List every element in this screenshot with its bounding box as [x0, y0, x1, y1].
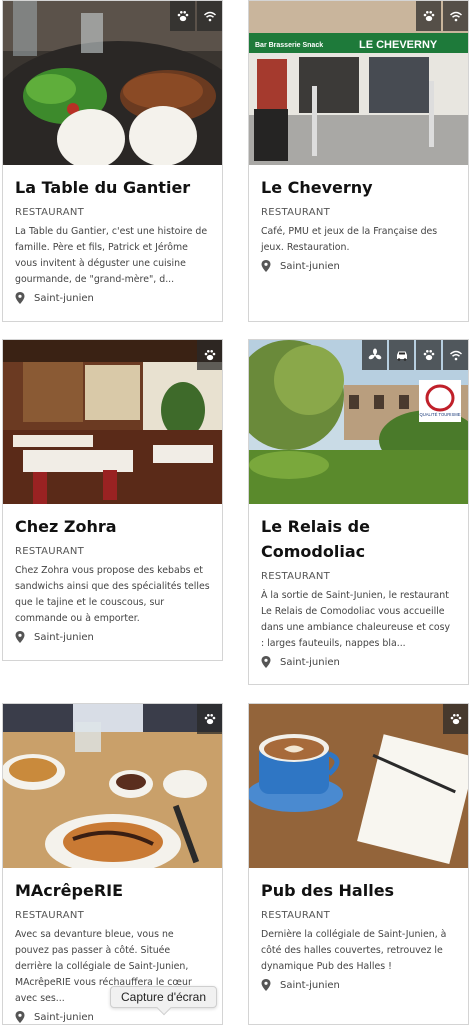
listing-category: RESTAURANT — [15, 207, 85, 218]
paw-icon — [443, 704, 468, 734]
paw-icon — [416, 1, 441, 31]
wifi-icon — [197, 1, 222, 31]
listing-photo[interactable] — [3, 340, 222, 504]
amenity-badges — [441, 704, 468, 734]
paw-icon — [416, 340, 441, 370]
paw-icon — [197, 340, 222, 370]
paw-icon — [197, 704, 222, 734]
listing-card[interactable]: QUALITÉ TOURISME Le Relais de Comodoliac… — [248, 339, 469, 685]
listing-description: Chez Zohra vous propose des kebabs et sa… — [15, 565, 210, 624]
paw-icon — [170, 1, 195, 31]
listing-photo[interactable]: Bar Brasserie Snack LE CHEVERNY — [249, 1, 468, 165]
sign-subtitle: Bar Brasserie Snack — [255, 42, 323, 49]
map-pin-icon — [261, 656, 271, 668]
listing-description: À la sortie de Saint-Junien, le restaura… — [261, 590, 451, 649]
listing-title[interactable]: Pub des Halles — [261, 878, 456, 903]
location-label: Saint-junien — [34, 1011, 94, 1023]
sign-name: LE CHEVERNY — [359, 39, 438, 51]
listing-card[interactable]: Chez Zohra RESTAURANT Chez Zohra vous pr… — [2, 339, 223, 661]
listing-category: RESTAURANT — [261, 910, 331, 921]
amenity-badges — [195, 340, 222, 370]
crepe-table-image — [3, 704, 222, 868]
listing-location: Saint-junien — [261, 979, 456, 991]
coffee-notebook-image — [249, 704, 468, 868]
map-pin-icon — [15, 1011, 25, 1023]
wifi-icon — [443, 1, 468, 31]
amenity-badges — [360, 340, 468, 370]
listing-location: Saint-junien — [15, 1011, 210, 1023]
listing-category: RESTAURANT — [261, 571, 331, 582]
listing-title[interactable]: Chez Zohra — [15, 514, 210, 539]
quality-label-text: QUALITÉ TOURISME — [419, 412, 460, 417]
screenshot-tooltip: Capture d'écran — [110, 986, 218, 1016]
location-label: Saint-junien — [280, 979, 340, 991]
wifi-icon — [443, 340, 468, 370]
listing-description: La Table du Gantier, c'est une histoire … — [15, 226, 208, 285]
fan-icon — [362, 340, 387, 370]
listing-title[interactable]: Le Cheverny — [261, 175, 456, 200]
listing-location: Saint-junien — [15, 631, 210, 643]
amenity-badges — [414, 1, 468, 31]
listing-photo[interactable] — [249, 704, 468, 868]
listing-location: Saint-junien — [261, 656, 456, 668]
listing-card[interactable]: Bar Brasserie Snack LE CHEVERNY Le Cheve… — [248, 0, 469, 322]
dining-room-image — [3, 340, 222, 504]
location-label: Saint-junien — [34, 631, 94, 643]
listing-location: Saint-junien — [15, 292, 210, 304]
map-pin-icon — [15, 631, 25, 643]
map-pin-icon — [15, 292, 25, 304]
listing-card[interactable]: La Table du Gantier RESTAURANT La Table … — [2, 0, 223, 322]
listing-photo[interactable] — [3, 1, 222, 165]
listing-category: RESTAURANT — [261, 207, 331, 218]
listing-description: Dernière la collégiale de Saint-Junien, … — [261, 929, 447, 972]
map-pin-icon — [261, 260, 271, 272]
listing-photo[interactable]: QUALITÉ TOURISME — [249, 340, 468, 504]
listing-title[interactable]: Le Relais de Comodoliac — [261, 514, 456, 564]
map-pin-icon — [261, 979, 271, 991]
car-icon — [389, 340, 414, 370]
listing-category: RESTAURANT — [15, 546, 85, 557]
listing-location: Saint-junien — [261, 260, 456, 272]
amenity-badges — [168, 1, 222, 31]
listing-title[interactable]: MAcrêpeRIE — [15, 878, 210, 903]
location-label: Saint-junien — [280, 260, 340, 272]
listing-card[interactable]: Pub des Halles RESTAURANT Dernière la co… — [248, 703, 469, 1025]
listing-photo[interactable] — [3, 704, 222, 868]
listing-card[interactable]: MAcrêpeRIE RESTAURANT Avec sa devanture … — [2, 703, 223, 1025]
listing-description: Café, PMU et jeux de la Française des je… — [261, 226, 438, 253]
listing-category: RESTAURANT — [15, 910, 85, 921]
amenity-badges — [195, 704, 222, 734]
location-label: Saint-junien — [34, 292, 94, 304]
location-label: Saint-junien — [280, 656, 340, 668]
listing-title[interactable]: La Table du Gantier — [15, 175, 210, 200]
